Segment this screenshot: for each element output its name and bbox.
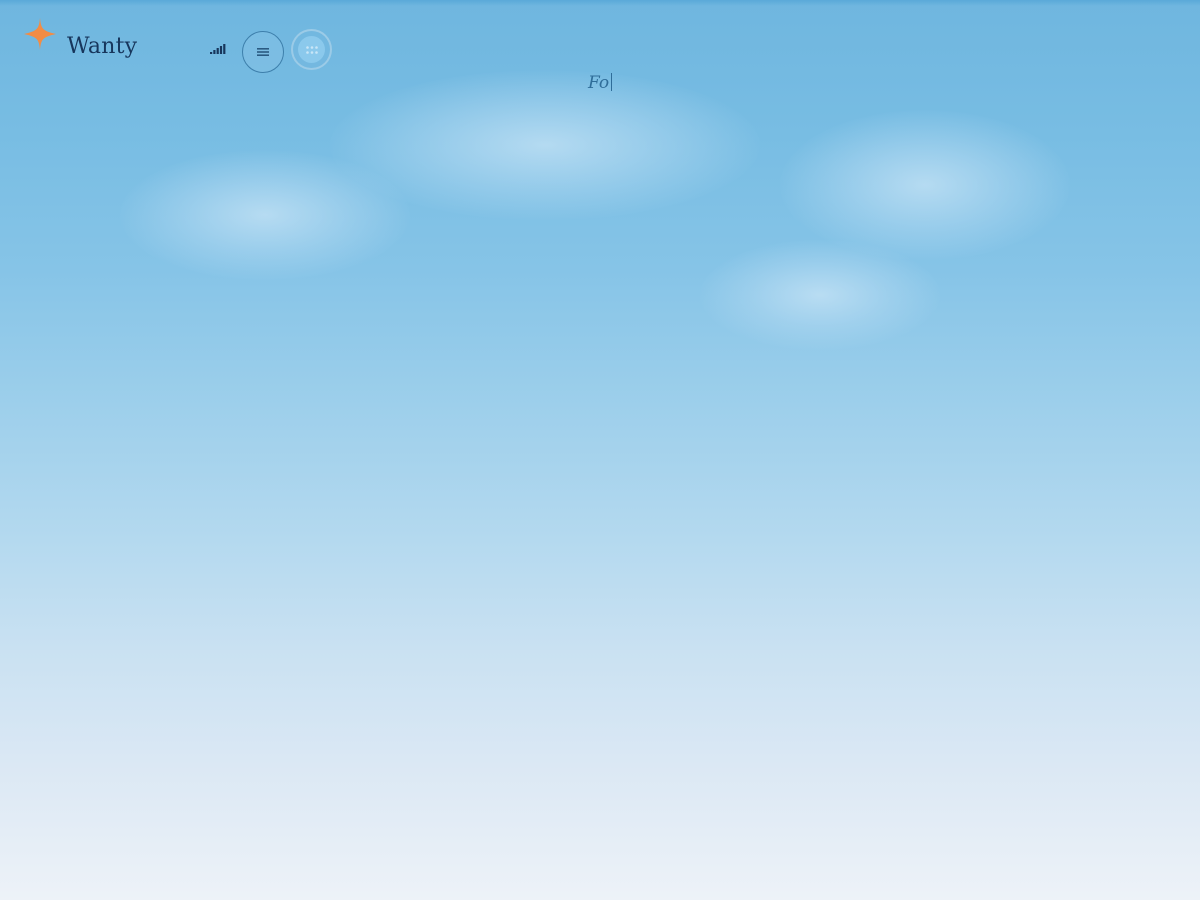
grid-dots-icon <box>305 40 319 59</box>
typed-text: Fo <box>588 73 610 93</box>
apps-button[interactable] <box>291 29 332 70</box>
cloud <box>120 150 410 280</box>
apps-button-face <box>298 36 325 63</box>
text-caret <box>611 73 613 91</box>
brand-name[interactable]: Wanty <box>67 32 137 62</box>
cloud <box>330 70 760 220</box>
four-point-star-icon[interactable] <box>22 16 58 52</box>
cloud <box>780 110 1070 260</box>
top-edge-strip <box>0 0 1200 6</box>
menu-button[interactable] <box>242 31 284 73</box>
cloud <box>700 240 940 350</box>
typewriter-heading: Fo <box>588 72 613 94</box>
signal-bars-icon <box>209 40 227 54</box>
hamburger-menu-icon <box>256 43 270 62</box>
